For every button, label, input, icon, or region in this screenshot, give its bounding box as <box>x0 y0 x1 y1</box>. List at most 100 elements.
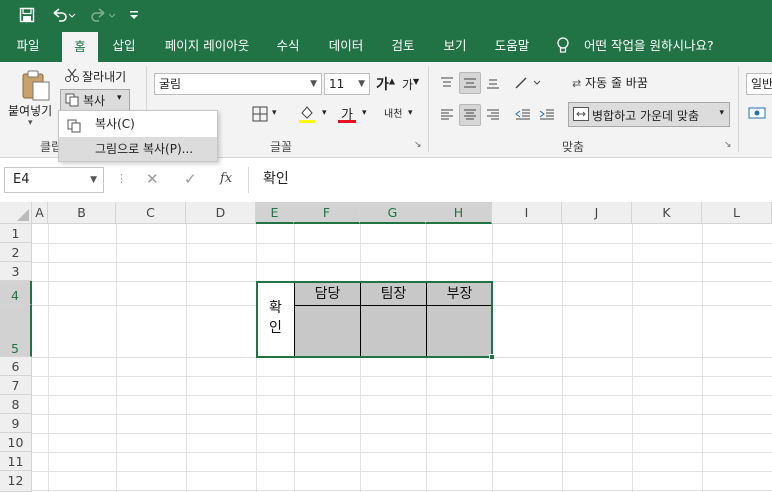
align-middle-icon[interactable] <box>459 72 481 94</box>
row-header[interactable]: 12 <box>0 471 32 492</box>
row-header[interactable]: 2 <box>0 243 32 262</box>
borders-dropdown-icon[interactable]: ▾ <box>272 108 277 118</box>
column-header[interactable]: C <box>116 202 186 224</box>
merge-center-button[interactable]: 병합하고 가운데 맞춤 ▾ <box>568 102 730 127</box>
menu-item-copy[interactable]: 복사(C) <box>59 112 217 136</box>
orientation-icon[interactable] <box>512 72 544 94</box>
tab-file[interactable]: 파일 <box>8 30 48 62</box>
column-header[interactable]: E <box>256 202 294 224</box>
row-header[interactable]: 5 <box>0 305 32 357</box>
font-dialog-launcher-icon[interactable]: ↘ <box>414 140 422 150</box>
cancel-icon[interactable]: ✕ <box>146 170 159 188</box>
copy-dropdown-menu: 복사(C) 그림으로 복사(P)... <box>58 110 218 162</box>
cut-button[interactable]: 잘라내기 <box>82 68 126 85</box>
tab-help[interactable]: 도움말 <box>488 30 536 62</box>
decrease-indent-icon[interactable] <box>512 104 534 126</box>
redo-icon[interactable] <box>86 0 120 30</box>
align-left-icon[interactable] <box>436 104 458 126</box>
font-color-button[interactable]: 가 <box>338 104 358 124</box>
gridline <box>32 433 772 434</box>
customize-icon[interactable] <box>124 0 144 30</box>
column-header[interactable]: A <box>32 202 48 224</box>
row-header[interactable]: 9 <box>0 414 32 433</box>
paste-icon[interactable] <box>18 68 52 102</box>
column-header[interactable]: G <box>360 202 426 224</box>
name-box[interactable]: E4 ▼ <box>4 167 104 193</box>
fill-dropdown-icon[interactable]: ▾ <box>322 108 327 118</box>
tab-data[interactable]: 데이터 <box>322 30 370 62</box>
tab-formulas[interactable]: 수식 <box>270 30 306 62</box>
name-box-value: E4 <box>13 172 30 187</box>
column-header[interactable]: K <box>632 202 702 224</box>
merge-icon <box>573 107 589 124</box>
align-top-icon[interactable] <box>436 72 458 94</box>
tab-view[interactable]: 보기 <box>436 30 474 62</box>
tab-review[interactable]: 검토 <box>384 30 422 62</box>
row-header[interactable]: 10 <box>0 433 32 452</box>
menu-item-copy-as-picture-label: 그림으로 복사(P)... <box>95 142 194 156</box>
tell-me-search[interactable]: 어떤 작업을 원하시나요? <box>584 30 734 62</box>
align-center-icon[interactable] <box>459 104 481 126</box>
undo-icon[interactable] <box>46 0 80 30</box>
column-header[interactable]: F <box>294 202 360 224</box>
row-header[interactable]: 8 <box>0 395 32 414</box>
menu-item-copy-as-picture[interactable]: 그림으로 복사(P)... <box>59 137 217 161</box>
row-header[interactable]: 4 <box>0 281 32 305</box>
column-header[interactable]: B <box>48 202 116 224</box>
fill-color-icon[interactable] <box>298 104 316 124</box>
shrink-font-button[interactable]: 가▼ <box>402 76 419 93</box>
tab-home[interactable]: 홈 <box>62 32 98 62</box>
save-icon[interactable] <box>14 0 40 30</box>
column-header[interactable]: D <box>186 202 256 224</box>
divider <box>738 66 739 152</box>
worksheet-grid[interactable]: A B C D E F G H I J K L 1 2 3 4 5 6 7 8 … <box>0 202 772 492</box>
menu-item-copy-label: 복사(C) <box>95 117 135 131</box>
column-header[interactable]: J <box>562 202 632 224</box>
number-format-value: 일반 <box>751 77 772 91</box>
phonetic-guide-button[interactable]: 내천 <box>384 105 402 120</box>
borders-icon[interactable] <box>252 106 268 122</box>
copy-button[interactable]: 복사 ▾ <box>60 89 130 111</box>
row-header[interactable]: 11 <box>0 452 32 471</box>
phonetic-dropdown-icon[interactable]: ▾ <box>408 108 413 118</box>
font-name-select[interactable]: 굴림 ▼ <box>154 73 322 95</box>
row-header[interactable]: 1 <box>0 224 32 243</box>
tab-page-layout[interactable]: 페이지 레이아웃 <box>156 30 258 62</box>
gridline <box>32 376 772 377</box>
font-size-value: 11 <box>329 77 345 91</box>
grow-font-button[interactable]: 가▲ <box>376 74 395 94</box>
column-header[interactable]: L <box>702 202 772 224</box>
fill-handle[interactable] <box>489 354 495 360</box>
alignment-dialog-launcher-icon[interactable]: ↘ <box>724 140 732 150</box>
formula-input[interactable]: 확인 <box>248 167 772 193</box>
number-format-select[interactable]: 일반 <box>746 73 772 95</box>
increase-indent-icon[interactable] <box>536 104 558 126</box>
paste-button[interactable]: 붙여넣기 <box>8 102 52 119</box>
currency-icon[interactable] <box>748 106 766 122</box>
shrink-font-glyph: 가 <box>402 78 414 92</box>
column-header[interactable]: I <box>492 202 562 224</box>
row-header[interactable]: 7 <box>0 376 32 395</box>
row-header[interactable]: 6 <box>0 357 32 376</box>
column-header[interactable]: H <box>426 202 492 224</box>
copy-dropdown-icon[interactable]: ▾ <box>117 93 122 103</box>
font-color-dropdown-icon[interactable]: ▾ <box>362 108 367 118</box>
ribbon-tab-bar: 파일 홈 삽입 페이지 레이아웃 수식 데이터 검토 보기 도움말 어떤 작업을… <box>0 30 772 62</box>
chevron-down-icon[interactable]: ▼ <box>90 168 97 192</box>
merge-dropdown-icon[interactable]: ▾ <box>719 108 724 118</box>
gridline <box>32 490 772 491</box>
align-right-icon[interactable] <box>482 104 504 126</box>
select-all-corner[interactable] <box>0 202 32 224</box>
copy-icon <box>65 93 79 110</box>
gridline <box>32 395 772 396</box>
tab-insert[interactable]: 삽입 <box>104 30 144 62</box>
wrap-text-button[interactable]: ⇄ 자동 줄 바꿈 <box>572 74 648 91</box>
align-bottom-icon[interactable] <box>482 72 504 94</box>
paste-dropdown-icon[interactable]: ▾ <box>28 118 33 128</box>
insert-function-icon[interactable]: fx <box>220 171 232 186</box>
font-name-value: 굴림 <box>159 77 182 91</box>
font-size-select[interactable]: 11 ▼ <box>324 73 370 95</box>
row-header[interactable]: 3 <box>0 262 32 281</box>
chevron-down-icon: ▼ <box>358 79 365 89</box>
enter-icon[interactable]: ✓ <box>184 170 197 188</box>
